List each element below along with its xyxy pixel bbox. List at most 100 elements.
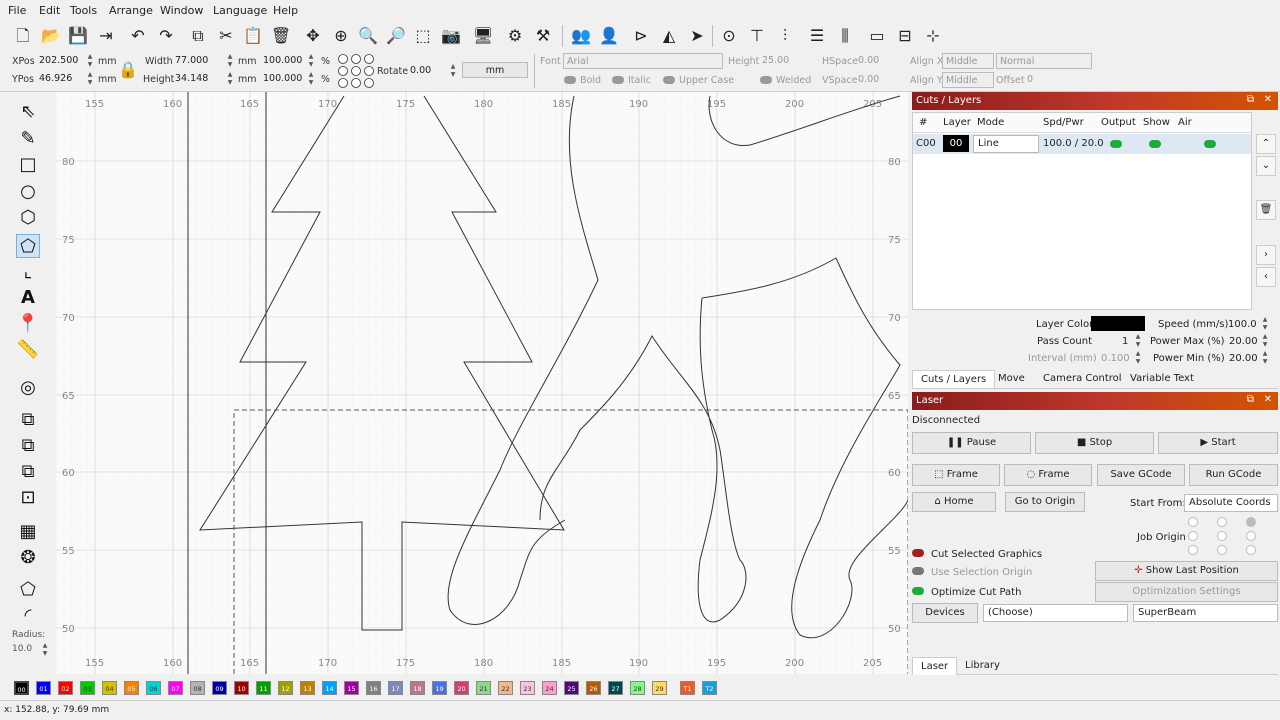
- rectangle-tool-icon[interactable]: □: [16, 153, 40, 177]
- mode-select[interactable]: Line: [973, 135, 1039, 153]
- polygon-tool-icon[interactable]: ⬡: [16, 206, 40, 230]
- anchor-point-grid[interactable]: [337, 53, 375, 89]
- table-row[interactable]: C00 00 Line 100.0 / 20.0: [913, 134, 1251, 154]
- float-icon[interactable]: ⧉: [1247, 94, 1254, 105]
- origin-radio[interactable]: [1246, 531, 1256, 541]
- scale-width-stepper[interactable]: ▲ ▼: [306, 53, 316, 69]
- start-button[interactable]: ▶ Start: [1158, 432, 1278, 454]
- group-icon[interactable]: 👥: [570, 25, 592, 47]
- frame-rect-button[interactable]: ⬚ Frame: [912, 464, 1000, 486]
- palette-swatch[interactable]: 05: [124, 681, 139, 695]
- tab-library[interactable]: Library: [957, 657, 1008, 675]
- radius-field[interactable]: 10.0: [12, 644, 32, 654]
- interval-field[interactable]: 0.100: [1101, 353, 1130, 364]
- scale-width-field[interactable]: 100.000: [260, 53, 306, 69]
- device-select[interactable]: SuperBeam: [1133, 604, 1278, 622]
- interval-stepper[interactable]: ▲ ▼: [1133, 350, 1143, 366]
- optimize-cut-path-toggle[interactable]: [912, 587, 924, 595]
- pen-tool-icon[interactable]: ✎: [16, 127, 40, 151]
- grid-align-icon[interactable]: ⊹: [922, 25, 944, 47]
- align-y-select[interactable]: Middle: [942, 72, 994, 88]
- xpos-field[interactable]: 202.500: [36, 53, 84, 69]
- palette-swatch[interactable]: 29: [652, 681, 667, 695]
- save-gcode-button[interactable]: Save GCode: [1097, 464, 1185, 486]
- menu-file[interactable]: File: [8, 4, 26, 17]
- text-style-select[interactable]: Normal: [996, 53, 1092, 69]
- break-apart-icon[interactable]: ⬠: [16, 578, 40, 602]
- zoom-fit-icon[interactable]: ⊕: [330, 25, 352, 47]
- zoom-in-icon[interactable]: 🔍: [357, 25, 379, 47]
- origin-radio[interactable]: [1188, 545, 1198, 555]
- mirror-icon[interactable]: ◭: [658, 25, 680, 47]
- palette-swatch[interactable]: 04: [102, 681, 117, 695]
- circular-array-icon[interactable]: ❂: [16, 546, 40, 570]
- bold-toggle[interactable]: [564, 76, 576, 84]
- open-folder-icon[interactable]: 📂: [40, 25, 62, 47]
- vspace-field[interactable]: 0.00: [855, 72, 895, 88]
- menu-arrange[interactable]: Arrange: [109, 4, 153, 17]
- move-up-button[interactable]: ⌃: [1256, 134, 1276, 154]
- height-stepper[interactable]: ▲ ▼: [225, 71, 235, 87]
- delete-layer-button[interactable]: 🗑: [1256, 200, 1276, 220]
- select-tool-icon[interactable]: ⇖: [16, 100, 40, 124]
- radius-stepper[interactable]: ▲ ▼: [40, 642, 50, 658]
- palette-swatch[interactable]: 26: [586, 681, 601, 695]
- same-size-icon[interactable]: ⊟: [894, 25, 916, 47]
- edit-nodes-tool-icon[interactable]: ⬠: [16, 234, 40, 258]
- palette-swatch[interactable]: 08: [190, 681, 205, 695]
- flip-horizontal-icon[interactable]: ⊳: [630, 25, 652, 47]
- output-toggle[interactable]: [1110, 140, 1122, 148]
- origin-radio[interactable]: [1246, 545, 1256, 555]
- palette-swatch[interactable]: 18: [410, 681, 425, 695]
- palette-swatch[interactable]: 13: [300, 681, 315, 695]
- canvas-svg[interactable]: 155 160 165 170 175 180 185 190 195 200 …: [56, 92, 908, 674]
- font-height-field[interactable]: 25.00: [759, 53, 809, 69]
- stop-button[interactable]: ■ Stop: [1035, 432, 1154, 454]
- boolean-difference-icon[interactable]: ⧉: [16, 434, 40, 458]
- origin-radio[interactable]: [1217, 517, 1227, 527]
- monitor-icon[interactable]: 🖥: [472, 25, 494, 47]
- palette-swatch[interactable]: 25: [564, 681, 579, 695]
- grid-array-icon[interactable]: ▦: [16, 520, 40, 544]
- dock-icon[interactable]: ▭: [866, 25, 888, 47]
- palette-swatch[interactable]: 07: [168, 681, 183, 695]
- pause-button[interactable]: ❚❚ Pause: [912, 432, 1031, 454]
- lock-icon[interactable]: 🔒: [118, 60, 138, 79]
- menu-tools[interactable]: Tools: [70, 4, 97, 17]
- devices-button[interactable]: Devices: [912, 603, 978, 623]
- palette-swatch[interactable]: 22: [498, 681, 513, 695]
- palette-swatch[interactable]: T2: [702, 681, 717, 695]
- scale-height-stepper[interactable]: ▲ ▼: [306, 71, 316, 87]
- paste-icon[interactable]: 📋: [242, 25, 264, 47]
- hspace-field[interactable]: 0.00: [855, 53, 895, 69]
- float-icon[interactable]: ⧉: [1247, 394, 1254, 405]
- menu-window[interactable]: Window: [160, 4, 203, 17]
- move-icon[interactable]: ✥: [302, 25, 324, 47]
- rotate-field[interactable]: 0.00: [407, 63, 447, 79]
- expand-button[interactable]: ›: [1256, 245, 1276, 265]
- collapse-button[interactable]: ‹: [1256, 267, 1276, 287]
- air-toggle[interactable]: [1204, 140, 1216, 148]
- align-top-icon[interactable]: ⊤: [746, 25, 768, 47]
- palette-swatch[interactable]: 01: [36, 681, 51, 695]
- save-icon[interactable]: 💾: [67, 25, 89, 47]
- weld-icon[interactable]: ⊡: [16, 486, 40, 510]
- optimization-settings-button[interactable]: Optimization Settings: [1095, 582, 1278, 602]
- menu-edit[interactable]: Edit: [39, 4, 60, 17]
- text-tool-icon[interactable]: A: [16, 286, 40, 310]
- layer-color-swatch[interactable]: [1091, 316, 1145, 331]
- ypos-stepper[interactable]: ▲ ▼: [85, 71, 95, 87]
- origin-radio[interactable]: [1188, 531, 1198, 541]
- tab-move[interactable]: Move: [990, 370, 1033, 388]
- palette-swatch[interactable]: 06: [146, 681, 161, 695]
- origin-radio[interactable]: [1217, 545, 1227, 555]
- tab-variable-text[interactable]: Variable Text: [1122, 370, 1202, 388]
- font-select[interactable]: Arial: [563, 53, 723, 69]
- ungroup-icon[interactable]: 👤: [598, 25, 620, 47]
- ypos-field[interactable]: 46.926: [36, 71, 84, 87]
- frame-round-button[interactable]: ◌ Frame: [1004, 464, 1092, 486]
- go-to-origin-button[interactable]: Go to Origin: [1005, 492, 1085, 512]
- height-field[interactable]: 34.148: [172, 71, 224, 87]
- palette-swatch[interactable]: 27: [608, 681, 623, 695]
- export-icon[interactable]: ⇥: [95, 25, 117, 47]
